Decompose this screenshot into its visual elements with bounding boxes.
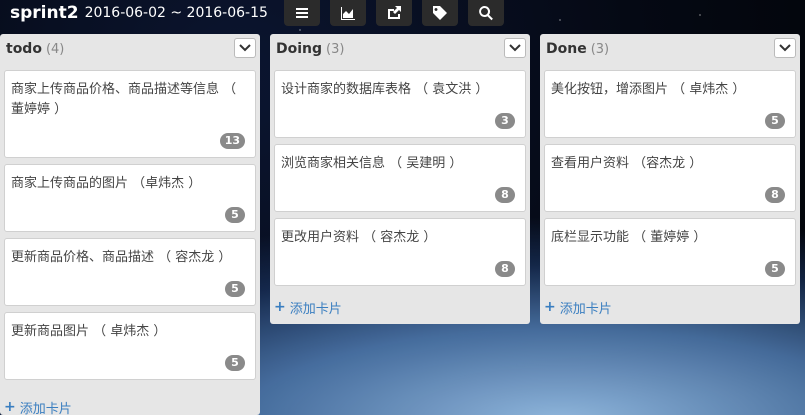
- list-count: (3): [326, 41, 345, 57]
- card-text: 美化按钮，增添图片 （ 卓炜杰 ）: [551, 82, 746, 97]
- points-badge: 3: [495, 113, 515, 129]
- plus-icon: +: [274, 299, 286, 315]
- list-header: Done (3): [540, 34, 800, 64]
- search-button[interactable]: [467, 0, 504, 26]
- card[interactable]: 查看用户资料 （容杰龙 ） 8: [544, 144, 796, 212]
- list-count: (3): [590, 41, 610, 57]
- points-badge: 13: [219, 133, 245, 149]
- card[interactable]: 商家上传商品的图片 （卓炜杰 ） 5: [4, 164, 256, 232]
- points-badge: 5: [225, 355, 245, 371]
- list-todo: todo (4) 商家上传商品价格、商品描述等信息 （ 董婷婷 ） 13 商家上…: [0, 34, 260, 415]
- list-header: Doing (3): [270, 34, 530, 64]
- points-badge: 5: [765, 113, 785, 129]
- card[interactable]: 底栏显示功能 （ 董婷婷 ） 5: [544, 218, 796, 286]
- add-card-label: 添加卡片: [559, 301, 612, 317]
- list-done: Done (3) 美化按钮，增添图片 （ 卓炜杰 ） 5 查看用户资料 （容杰龙…: [540, 34, 800, 324]
- add-card-label: 添加卡片: [289, 301, 342, 317]
- card[interactable]: 更新商品价格、商品描述 （ 容杰龙 ） 5: [4, 238, 256, 306]
- add-card-button[interactable]: + 添加卡片: [270, 294, 530, 320]
- plus-icon: +: [544, 299, 556, 315]
- card[interactable]: 更改用户资料 （ 容杰龙 ） 8: [274, 218, 526, 286]
- board-title: sprint2: [10, 3, 79, 23]
- share-icon: [387, 6, 401, 19]
- points-badge: 5: [225, 281, 245, 297]
- list-menu-button[interactable]: [234, 38, 256, 58]
- chart-button[interactable]: [329, 0, 366, 26]
- list-menu-button[interactable]: [774, 38, 796, 58]
- share-button[interactable]: [375, 0, 412, 26]
- card[interactable]: 商家上传商品价格、商品描述等信息 （ 董婷婷 ） 13: [4, 70, 256, 158]
- menu-button[interactable]: [283, 0, 320, 26]
- points-badge: 8: [495, 261, 515, 277]
- card-text: 商家上传商品价格、商品描述等信息 （ 董婷婷 ）: [11, 82, 237, 117]
- list-doing: Doing (3) 设计商家的数据库表格 （ 袁文洪 ） 3 浏览商家相关信息 …: [270, 34, 530, 324]
- points-badge: 5: [225, 207, 245, 223]
- chevron-down-icon: [239, 44, 251, 52]
- card-text: 更改用户资料 （ 容杰龙 ）: [281, 230, 437, 245]
- card-text: 查看用户资料 （容杰龙 ）: [551, 156, 703, 171]
- points-badge: 8: [765, 187, 785, 203]
- card-text: 更新商品图片 （ 卓炜杰 ）: [11, 324, 167, 339]
- add-card-button[interactable]: + 添加卡片: [0, 394, 260, 415]
- card-text: 底栏显示功能 （ 董婷婷 ）: [551, 230, 707, 245]
- plus-icon: +: [4, 399, 16, 415]
- board-topbar: sprint2 2016-06-02 ~ 2016-06-15: [0, 0, 805, 26]
- points-badge: 8: [495, 187, 515, 203]
- card[interactable]: 浏览商家相关信息 （ 吴建明 ） 8: [274, 144, 526, 212]
- card-text: 更新商品价格、商品描述 （ 容杰龙 ）: [11, 250, 232, 265]
- card-text: 浏览商家相关信息 （ 吴建明 ）: [281, 156, 463, 171]
- card[interactable]: 设计商家的数据库表格 （ 袁文洪 ） 3: [274, 70, 526, 138]
- menu-icon: [295, 8, 308, 18]
- add-card-button[interactable]: + 添加卡片: [540, 294, 800, 320]
- tag-icon: [432, 6, 447, 20]
- card-text: 设计商家的数据库表格 （ 袁文洪 ）: [281, 82, 489, 97]
- card[interactable]: 美化按钮，增添图片 （ 卓炜杰 ） 5: [544, 70, 796, 138]
- sprint-dates: 2016-06-02 ~ 2016-06-15: [84, 5, 268, 21]
- chevron-down-icon: [779, 44, 791, 52]
- tag-button[interactable]: [421, 0, 458, 26]
- card-text: 商家上传商品的图片 （卓炜杰 ）: [11, 176, 202, 191]
- card[interactable]: 更新商品图片 （ 卓炜杰 ） 5: [4, 312, 256, 380]
- search-icon: [479, 6, 493, 21]
- add-card-label: 添加卡片: [19, 401, 72, 415]
- list-name: todo: [6, 41, 42, 57]
- chevron-down-icon: [509, 44, 521, 52]
- chart-icon: [340, 7, 355, 20]
- list-header: todo (4): [0, 34, 260, 64]
- list-name: Doing: [276, 41, 323, 57]
- list-name: Done: [546, 41, 587, 57]
- list-count: (4): [45, 41, 65, 57]
- points-badge: 5: [765, 261, 785, 277]
- list-menu-button[interactable]: [504, 38, 526, 58]
